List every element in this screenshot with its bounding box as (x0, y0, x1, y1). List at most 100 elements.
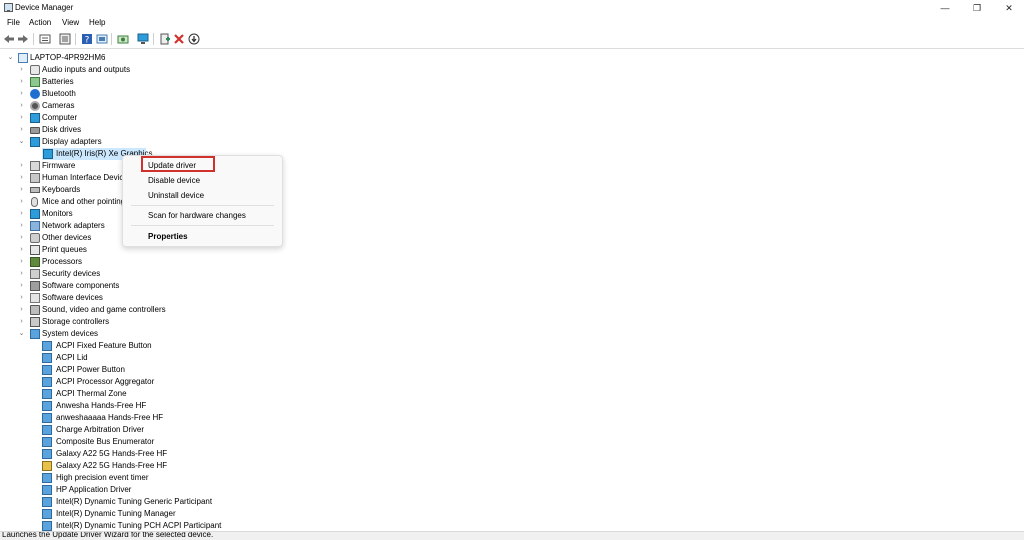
download-icon[interactable] (188, 33, 200, 45)
tree-category[interactable]: › Batteries (18, 76, 318, 88)
menu-uninstall-device[interactable]: Uninstall device (148, 191, 204, 200)
tree-category[interactable]: › Bluetooth (18, 88, 318, 100)
expand-arrow-icon[interactable]: › (18, 232, 25, 244)
menu-view[interactable]: View (62, 18, 79, 27)
menu-separator (131, 205, 274, 206)
expand-arrow-icon[interactable]: › (18, 160, 25, 172)
expand-arrow-icon[interactable]: › (18, 292, 25, 304)
system-device-icon (42, 377, 52, 387)
remove-device-icon[interactable] (173, 33, 185, 45)
system-device-icon (42, 389, 52, 399)
tree-category[interactable]: › Processors (18, 256, 318, 268)
tree-device-label: Intel(R) Dynamic Tuning Manager (56, 509, 176, 518)
expand-arrow-icon[interactable]: › (18, 100, 25, 112)
tree-device[interactable]: Composite Bus Enumerator (42, 436, 342, 448)
menu-help[interactable]: Help (89, 18, 105, 27)
tree-category[interactable]: › Audio inputs and outputs (18, 64, 318, 76)
list-view-icon[interactable] (59, 33, 71, 45)
expand-arrow-icon[interactable]: › (18, 220, 25, 232)
tree-device-label: ACPI Thermal Zone (56, 389, 127, 398)
menu-scan-hardware[interactable]: Scan for hardware changes (148, 211, 246, 220)
device-tree[interactable]: ⌄ LAPTOP-4PR92HM6 › Audio inputs and out… (0, 49, 1024, 531)
expand-arrow-icon[interactable]: › (18, 280, 25, 292)
scan-icon[interactable] (117, 33, 129, 45)
tree-device-label: Intel(R) Dynamic Tuning Generic Particip… (56, 497, 213, 506)
system-device-icon (42, 521, 52, 531)
expand-arrow-icon[interactable]: › (18, 268, 25, 280)
expand-arrow-icon[interactable]: › (18, 208, 25, 220)
tree-category[interactable]: › Disk drives (18, 124, 318, 136)
tree-category[interactable]: ⌄ System devices (18, 328, 318, 340)
display-icon (30, 137, 40, 147)
expand-arrow-icon[interactable]: › (18, 304, 25, 316)
expand-arrow-icon[interactable]: › (18, 124, 25, 136)
monitor-icon[interactable] (137, 33, 149, 45)
firmware-icon (30, 161, 40, 171)
tree-device[interactable]: anweshaaaaa Hands-Free HF (42, 412, 342, 424)
tree-category[interactable]: › Cameras (18, 100, 318, 112)
menu-file[interactable]: File (7, 18, 20, 27)
tree-device[interactable]: Galaxy A22 5G Hands-Free HF (42, 448, 342, 460)
minimize-button[interactable]: — (930, 0, 960, 16)
collapse-arrow-icon[interactable]: ⌄ (18, 328, 25, 340)
hid-icon (30, 173, 40, 183)
expand-arrow-icon[interactable]: › (18, 244, 25, 256)
tree-device-label: Composite Bus Enumerator (56, 437, 155, 446)
tree-device[interactable]: Charge Arbitration Driver (42, 424, 342, 436)
tree-category[interactable]: › Computer (18, 112, 318, 124)
software-component-icon (30, 281, 40, 291)
expand-arrow-icon[interactable]: › (18, 196, 25, 208)
add-driver-icon[interactable] (159, 33, 171, 45)
tree-device[interactable]: Intel(R) Dynamic Tuning Generic Particip… (42, 496, 342, 508)
expand-arrow-icon[interactable]: › (18, 76, 25, 88)
system-device-icon (42, 365, 52, 375)
tree-device[interactable]: Anwesha Hands-Free HF (42, 400, 342, 412)
tree-device[interactable]: ACPI Processor Aggregator (42, 376, 342, 388)
back-arrow-icon[interactable] (3, 33, 15, 45)
tree-category-label: Batteries (42, 77, 74, 86)
keyboard-icon (30, 187, 40, 193)
menu-action[interactable]: Action (29, 18, 51, 27)
tree-device[interactable]: ACPI Lid (42, 352, 342, 364)
battery-icon (30, 77, 40, 87)
restore-button[interactable]: ❐ (962, 0, 992, 16)
tree-category[interactable]: › Storage controllers (18, 316, 318, 328)
collapse-arrow-icon[interactable]: ⌄ (18, 136, 25, 148)
bluetooth-icon (30, 89, 40, 99)
tree-device[interactable]: High precision event timer (42, 472, 342, 484)
tree-category-label: Software components (42, 281, 120, 290)
tree-category[interactable]: › Sound, video and game controllers (18, 304, 318, 316)
status-text: Launches the Update Driver Wizard for th… (2, 531, 214, 539)
close-button[interactable]: ✕ (994, 0, 1024, 16)
tree-device[interactable]: Galaxy A22 5G Hands-Free HF (42, 460, 342, 472)
expand-arrow-icon[interactable]: › (18, 316, 25, 328)
expand-arrow-icon[interactable]: › (18, 88, 25, 100)
tree-device[interactable]: Intel(R) Dynamic Tuning Manager (42, 508, 342, 520)
tree-device[interactable]: ACPI Thermal Zone (42, 388, 342, 400)
properties-icon[interactable] (39, 33, 51, 45)
expand-arrow-icon[interactable]: › (18, 256, 25, 268)
expand-arrow-icon[interactable]: › (18, 172, 25, 184)
expand-arrow-icon[interactable]: › (18, 184, 25, 196)
tree-category-label: Firmware (42, 161, 76, 170)
forward-arrow-icon[interactable] (17, 33, 29, 45)
expand-arrow-icon[interactable]: › (18, 112, 25, 124)
tree-root[interactable]: ⌄ LAPTOP-4PR92HM6 (7, 52, 207, 64)
collapse-arrow-icon[interactable]: ⌄ (7, 52, 14, 64)
tree-device[interactable]: ACPI Power Button (42, 364, 342, 376)
tree-category[interactable]: › Software components (18, 280, 318, 292)
tree-category[interactable]: ⌄ Display adapters (18, 136, 318, 148)
help-icon[interactable]: ? (81, 33, 93, 45)
tree-category-label: Display adapters (42, 137, 102, 146)
audio-icon (30, 65, 40, 75)
tree-category[interactable]: › Security devices (18, 268, 318, 280)
tree-device[interactable]: ACPI Fixed Feature Button (42, 340, 342, 352)
tree-device[interactable]: HP Application Driver (42, 484, 342, 496)
tree-device[interactable]: Intel(R) Dynamic Tuning PCH ACPI Partici… (42, 520, 342, 531)
tree-category-label: Monitors (42, 209, 73, 218)
expand-arrow-icon[interactable]: › (18, 64, 25, 76)
device-view-icon[interactable] (96, 33, 108, 45)
menu-disable-device[interactable]: Disable device (148, 176, 200, 185)
menu-properties[interactable]: Properties (148, 232, 188, 241)
tree-category[interactable]: › Software devices (18, 292, 318, 304)
